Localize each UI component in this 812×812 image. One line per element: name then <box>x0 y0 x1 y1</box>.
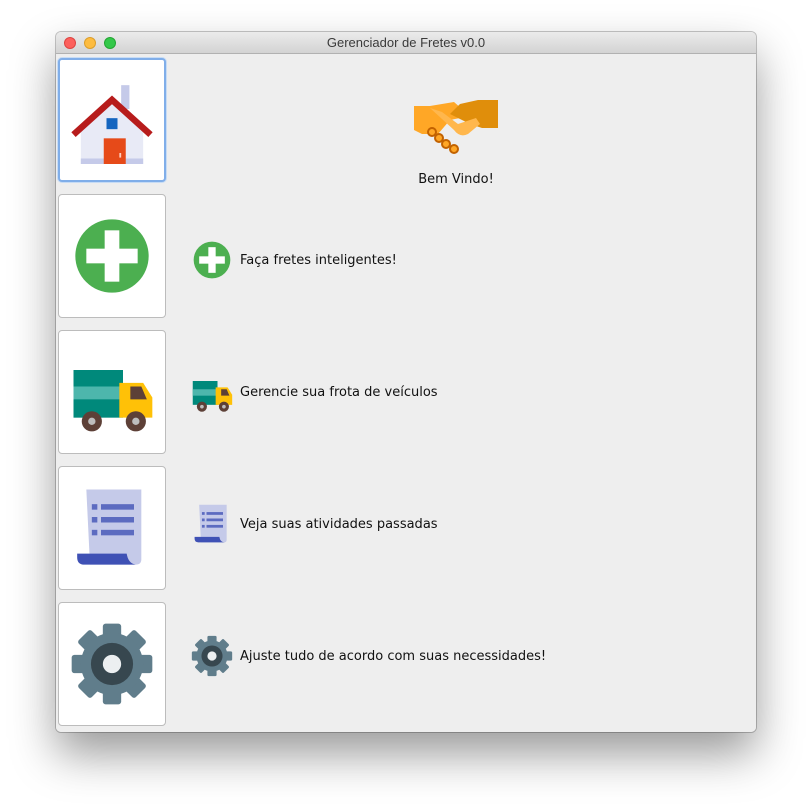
app-window: Gerenciador de Fretes v0.0 Bem Vindo! Fa… <box>56 32 756 732</box>
truck-icon <box>192 381 233 412</box>
sidebar-item-fleet[interactable] <box>58 330 166 454</box>
feature-label: Gerencie sua frota de veículos <box>240 384 438 400</box>
feature-label: Faça fretes inteligentes! <box>240 252 397 268</box>
house-icon <box>68 76 156 164</box>
feature-settings: Ajuste tudo de acordo com suas necessida… <box>190 634 546 678</box>
sidebar-item-settings[interactable] <box>58 602 166 726</box>
plus-circle-icon <box>75 219 149 293</box>
handshake-icon <box>414 99 498 154</box>
document-list-icon <box>77 489 142 565</box>
sidebar-item-home[interactable] <box>58 58 166 182</box>
title-bar[interactable]: Gerenciador de Fretes v0.0 <box>56 32 756 54</box>
sidebar-item-new-freight[interactable] <box>58 194 166 318</box>
window-title: Gerenciador de Fretes v0.0 <box>326 35 486 50</box>
welcome-text: Bem Vindo! <box>418 172 494 187</box>
feature-history: Veja suas atividades passadas <box>190 502 438 546</box>
feature-label: Ajuste tudo de acordo com suas necessida… <box>240 648 547 664</box>
sidebar-item-history[interactable] <box>58 466 166 590</box>
main-content: Bem Vindo! Faça fretes inteligentes! Ger… <box>56 54 756 732</box>
plus-circle-icon <box>193 241 231 279</box>
truck-icon <box>73 370 153 432</box>
feature-fleet: Gerencie sua frota de veículos <box>190 370 438 414</box>
feature-new-freight: Faça fretes inteligentes! <box>190 238 397 282</box>
document-list-icon <box>194 504 227 543</box>
feature-label: Veja suas atividades passadas <box>240 516 438 532</box>
gear-icon <box>191 635 233 677</box>
gear-icon <box>71 623 153 705</box>
